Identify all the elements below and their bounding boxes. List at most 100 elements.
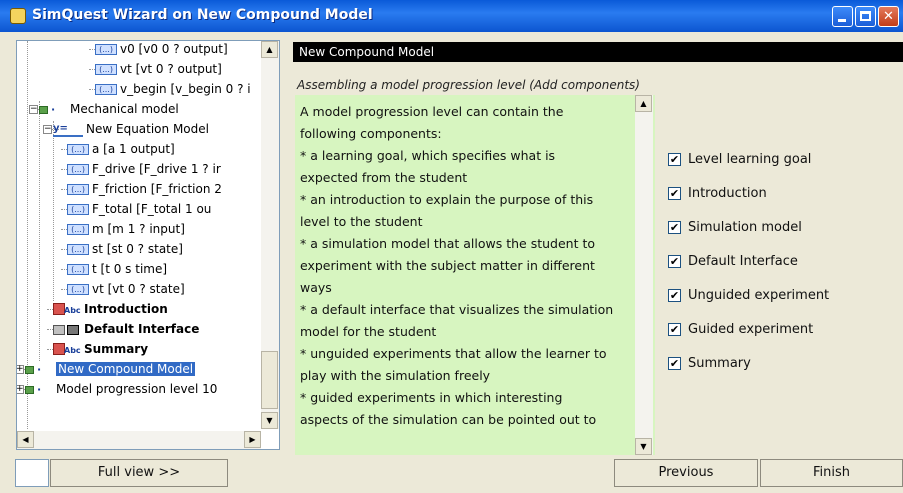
- tree-item-label: a [a 1 output]: [92, 142, 175, 156]
- window-title: SimQuest Wizard on New Compound Model: [32, 7, 373, 23]
- tree-vertical-scrollbar[interactable]: ▲ ▼: [261, 41, 279, 429]
- description-line: following components:: [300, 126, 442, 141]
- tree-item[interactable]: (...) st [st 0 ? state]: [67, 239, 183, 259]
- tree-item[interactable]: (...) v0 [v0 0 ? output]: [95, 41, 228, 59]
- tree-item-label: F_drive [F_drive 1 ? ir: [92, 162, 221, 176]
- tree-item-label: Summary: [84, 342, 149, 356]
- tree-item[interactable]: (...) F_total [F_total 1 ou: [67, 199, 211, 219]
- checkbox-icon[interactable]: ✔: [668, 187, 681, 200]
- tree-guide-line: [53, 121, 54, 301]
- model-tree[interactable]: (...) v0 [v0 0 ? output] (...) vt [vt 0 ? o…: [16, 40, 280, 450]
- description-line: * guided experiments in which interestin…: [300, 390, 563, 405]
- tree-item[interactable]: (...) F_friction [F_friction 2: [67, 179, 222, 199]
- tree-item[interactable]: (...) vt [vt 0 ? output]: [95, 59, 222, 79]
- close-button[interactable]: ✕: [878, 6, 899, 27]
- checkbox-icon[interactable]: ✔: [668, 323, 681, 336]
- full-view-button[interactable]: Full view >>: [50, 459, 228, 487]
- scroll-up-button[interactable]: ▲: [261, 41, 278, 58]
- variable-icon: (...): [67, 184, 89, 195]
- text-abc-icon: Abc: [53, 342, 81, 357]
- description-text: A model progression level can contain th…: [300, 101, 636, 431]
- checkbox-icon[interactable]: ✔: [668, 255, 681, 268]
- model-icon: ·: [25, 383, 53, 396]
- tree-item-label: v_begin [v_begin 0 ? i: [120, 82, 251, 96]
- chevron-up-icon: ▲: [640, 99, 647, 108]
- checkbox-icon[interactable]: ✔: [668, 221, 681, 234]
- checkbox-icon[interactable]: ✔: [668, 153, 681, 166]
- component-label: Default Interface: [688, 254, 798, 269]
- tree-item[interactable]: (...) a [a 1 output]: [67, 139, 175, 159]
- variable-icon: (...): [67, 224, 89, 235]
- tree-horizontal-scrollbar[interactable]: ◀ ▶: [17, 431, 261, 449]
- title-bar: SimQuest Wizard on New Compound Model ✕: [0, 0, 903, 32]
- variable-icon: (...): [95, 64, 117, 75]
- tree-item[interactable]: (...) t [t 0 s time]: [67, 259, 167, 279]
- tree-item[interactable]: · Model progression level 10: [25, 379, 217, 399]
- tree-item-label: Introduction: [84, 302, 168, 316]
- description-panel[interactable]: A model progression level can contain th…: [295, 95, 655, 455]
- model-icon: ·: [25, 363, 53, 376]
- description-line: experiment with the subject matter in di…: [300, 258, 595, 273]
- chevron-right-icon: ▶: [249, 435, 256, 444]
- description-line: expected from the student: [300, 170, 468, 185]
- expand-icon[interactable]: +: [17, 385, 24, 394]
- scroll-right-button[interactable]: ▶: [244, 431, 261, 448]
- maximize-button[interactable]: [855, 6, 876, 27]
- previous-button[interactable]: Previous: [614, 459, 758, 487]
- tree-item-label: st [st 0 ? state]: [92, 242, 183, 256]
- tree-item[interactable]: y= New Equation Model: [53, 119, 209, 139]
- minimize-button[interactable]: [832, 6, 853, 27]
- tree-item[interactable]: (...) v_begin [v_begin 0 ? i: [95, 79, 251, 99]
- tree-item[interactable]: Abc Introduction: [53, 299, 168, 319]
- tree-item[interactable]: (...) vt [vt 0 ? state]: [67, 279, 185, 299]
- description-line: * unguided experiments that allow the le…: [300, 346, 607, 361]
- page-title: New Compound Model: [293, 42, 903, 62]
- description-line: * a default interface that visualizes th…: [300, 302, 614, 317]
- variable-icon: (...): [67, 204, 89, 215]
- scroll-down-button[interactable]: ▼: [261, 412, 278, 429]
- tree-item-label: m [m 1 ? input]: [92, 222, 185, 236]
- checkbox-icon[interactable]: ✔: [668, 289, 681, 302]
- component-label: Simulation model: [688, 220, 802, 235]
- tree-item-label: vt [vt 0 ? output]: [120, 62, 222, 76]
- app-icon: [10, 8, 26, 24]
- tree-item-label: Default Interface: [84, 322, 200, 336]
- tree-item-label: Model progression level 10: [56, 382, 218, 396]
- description-scrollbar[interactable]: ▲ ▼: [635, 95, 653, 455]
- description-line: aspects of the simulation can be pointed…: [300, 412, 597, 427]
- tree-item[interactable]: · New Compound Model: [25, 359, 196, 379]
- tree-item-label: New Equation Model: [86, 122, 209, 136]
- scroll-left-button[interactable]: ◀: [17, 431, 34, 448]
- chevron-left-icon: ◀: [22, 435, 29, 444]
- description-line: level to the student: [300, 214, 423, 229]
- variable-icon: (...): [67, 244, 89, 255]
- status-box: [15, 459, 49, 487]
- finish-button[interactable]: Finish: [760, 459, 903, 487]
- chevron-down-icon: ▼: [640, 442, 647, 451]
- checkbox-icon[interactable]: ✔: [668, 357, 681, 370]
- collapse-icon[interactable]: −: [43, 125, 52, 134]
- collapse-icon[interactable]: −: [29, 105, 38, 114]
- desc-scroll-up-button[interactable]: ▲: [635, 95, 652, 112]
- variable-icon: (...): [95, 84, 117, 95]
- scroll-thumb[interactable]: [261, 351, 278, 409]
- text-abc-icon: Abc: [53, 302, 81, 317]
- step-subtitle: Assembling a model progression level (Ad…: [297, 78, 640, 92]
- tree-item[interactable]: · Mechanical model: [39, 99, 179, 119]
- tree-item[interactable]: (...) m [m 1 ? input]: [67, 219, 185, 239]
- tree-item-label: Mechanical model: [70, 102, 179, 116]
- chevron-up-icon: ▲: [266, 45, 273, 54]
- tree-item[interactable]: (...) F_drive [F_drive 1 ? ir: [67, 159, 221, 179]
- tree-guide-line: [39, 101, 40, 361]
- desc-scroll-down-button[interactable]: ▼: [635, 438, 652, 455]
- expand-icon[interactable]: +: [17, 365, 24, 374]
- description-line: * an introduction to explain the purpose…: [300, 192, 594, 207]
- tree-item-label: v0 [v0 0 ? output]: [120, 42, 228, 56]
- component-label: Level learning goal: [688, 152, 812, 167]
- model-icon: ·: [39, 103, 67, 116]
- tree-item-label: F_total [F_total 1 ou: [92, 202, 212, 216]
- tree-item[interactable]: Default Interface: [53, 319, 199, 339]
- tree-item-label: vt [vt 0 ? state]: [92, 282, 185, 296]
- variable-icon: (...): [95, 44, 117, 55]
- tree-item[interactable]: Abc Summary: [53, 339, 148, 359]
